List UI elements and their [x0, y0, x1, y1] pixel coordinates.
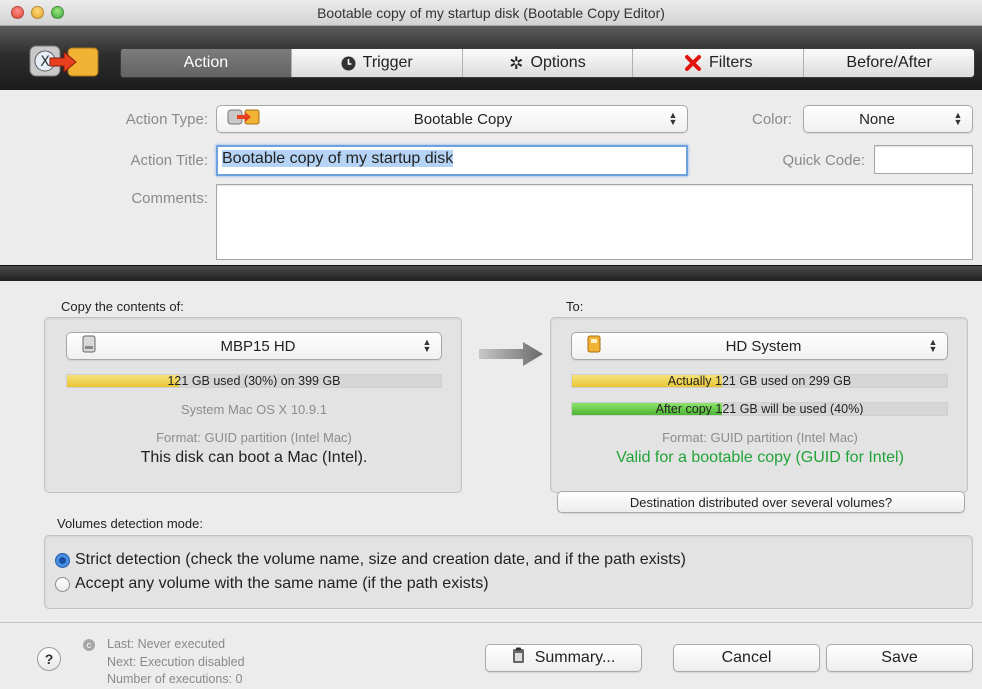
color-label: Color:	[751, 111, 792, 128]
popup-arrows-icon: ▲ ▼	[668, 110, 678, 127]
tab-action-label: Action	[183, 54, 229, 71]
source-usage-bar: 121 GB used (30%) on 399 GB	[66, 374, 442, 388]
popup-arrows-icon: ▲ ▼	[928, 337, 938, 354]
color-value: None	[859, 110, 895, 128]
tab-trigger[interactable]: Trigger	[292, 49, 463, 77]
action-title-value: Bootable copy of my startup disk	[222, 150, 454, 167]
source-boot-text: This disk can boot a Mac (Intel).	[140, 449, 368, 466]
source-volume-popup[interactable]: MBP15 HD ▲ ▼	[66, 332, 442, 360]
source-volume-name: MBP15 HD	[220, 337, 296, 355]
tab-before-after-label: Before/After	[846, 54, 932, 71]
action-title-field[interactable]: Bootable copy of my startup disk	[216, 145, 688, 176]
save-label: Save	[881, 649, 918, 666]
detection-mode-label: Volumes detection mode:	[57, 516, 203, 531]
destination-after-copy-bar: After copy 121 GB will be used (40%)	[571, 402, 948, 416]
external-disk-icon	[586, 335, 602, 357]
detection-mode-box: Strict detection (check the volume name,…	[44, 535, 973, 609]
status-last: Last: Never executed	[107, 637, 226, 651]
destination-volume-box: HD System ▲ ▼ Actually 121 GB used on 299…	[550, 317, 968, 493]
action-title-label: Action Title:	[130, 152, 208, 169]
cancel-button[interactable]: Cancel	[673, 644, 820, 672]
quick-code-field[interactable]	[874, 145, 973, 174]
same-name-label: Accept any volume with the same name (if…	[75, 575, 489, 592]
popup-arrows-icon: ▲ ▼	[953, 110, 963, 127]
save-button[interactable]: Save	[826, 644, 973, 672]
same-name-option[interactable]: Accept any volume with the same name (if…	[55, 575, 489, 593]
source-system-text: System Mac OS X 10.9.1	[181, 402, 327, 417]
destination-actual-usage-text: Actually 121 GB used on 299 GB	[667, 374, 852, 388]
comments-label: Comments:	[131, 190, 208, 207]
source-format-text: Format: GUID partition (Intel Mac)	[156, 430, 352, 445]
bootable-copy-icon	[227, 108, 261, 130]
split-view-divider[interactable]	[0, 265, 982, 281]
same-name-radio[interactable]	[55, 576, 70, 592]
title-bar: Bootable copy of my startup disk (Bootab…	[0, 0, 982, 26]
strict-detection-label: Strict detection (check the volume name,…	[75, 551, 686, 568]
tab-options-label: Options	[530, 54, 586, 71]
color-popup[interactable]: None ▲ ▼	[803, 105, 973, 133]
status-indicator-icon: c	[83, 639, 95, 651]
help-button[interactable]: ?	[37, 647, 61, 671]
copy-direction-arrow-icon	[477, 341, 545, 367]
strict-detection-option[interactable]: Strict detection (check the volume name,…	[55, 551, 686, 569]
source-volume-box: MBP15 HD ▲ ▼ 121 GB used (30%) on 399 GB …	[44, 317, 462, 493]
destination-after-copy-text: After copy 121 GB will be used (40%)	[655, 402, 864, 416]
editor-tab-bar: Action Trigger ✲ Options Filters Before/…	[120, 48, 975, 78]
cancel-label: Cancel	[721, 649, 772, 666]
destination-actual-usage-bar: Actually 121 GB used on 299 GB	[571, 374, 948, 388]
tab-options[interactable]: ✲ Options	[463, 49, 634, 77]
source-usage-text: 121 GB used (30%) on 399 GB	[167, 374, 341, 388]
popup-arrows-icon: ▲ ▼	[422, 337, 432, 354]
svg-text:X: X	[40, 54, 50, 70]
comments-field[interactable]	[216, 184, 973, 260]
tab-filters-label: Filters	[709, 54, 753, 71]
action-type-popup[interactable]: Bootable Copy ▲ ▼	[216, 105, 688, 133]
status-next: Next: Execution disabled	[107, 655, 245, 669]
status-count: Number of executions: 0	[107, 672, 243, 686]
hard-disk-icon	[81, 335, 97, 357]
destination-valid-text: Valid for a bootable copy (GUID for Inte…	[616, 449, 904, 466]
source-section-label: Copy the contents of:	[61, 299, 184, 314]
summary-button[interactable]: Summary...	[485, 644, 642, 672]
bootable-copy-app-icon: X	[28, 42, 104, 80]
footer-separator	[0, 622, 982, 623]
tab-trigger-label: Trigger	[362, 54, 413, 71]
destination-distributed-button[interactable]: Destination distributed over several vol…	[557, 491, 965, 513]
quick-code-label: Quick Code:	[782, 152, 865, 169]
destination-distributed-label: Destination distributed over several vol…	[629, 494, 893, 510]
destination-section-label: To:	[566, 299, 584, 314]
tab-filters[interactable]: Filters	[633, 49, 805, 77]
clock-icon	[341, 56, 356, 71]
source-usage-fill	[67, 375, 180, 387]
destination-volume-name: HD System	[725, 337, 802, 355]
destination-volume-popup[interactable]: HD System ▲ ▼	[571, 332, 948, 360]
destination-format-text: Format: GUID partition (Intel Mac)	[662, 430, 858, 445]
tab-before-after[interactable]: Before/After	[804, 49, 974, 77]
x-mark-icon	[684, 54, 702, 72]
window-title: Bootable copy of my startup disk (Bootab…	[317, 5, 665, 21]
tab-action[interactable]: Action	[121, 49, 292, 77]
strict-detection-radio[interactable]	[55, 552, 70, 568]
clipboard-icon	[512, 647, 525, 669]
gear-icon: ✲	[509, 53, 524, 73]
action-type-label: Action Type:	[125, 111, 208, 128]
summary-label: Summary...	[534, 649, 616, 666]
action-type-value: Bootable Copy	[413, 110, 513, 128]
